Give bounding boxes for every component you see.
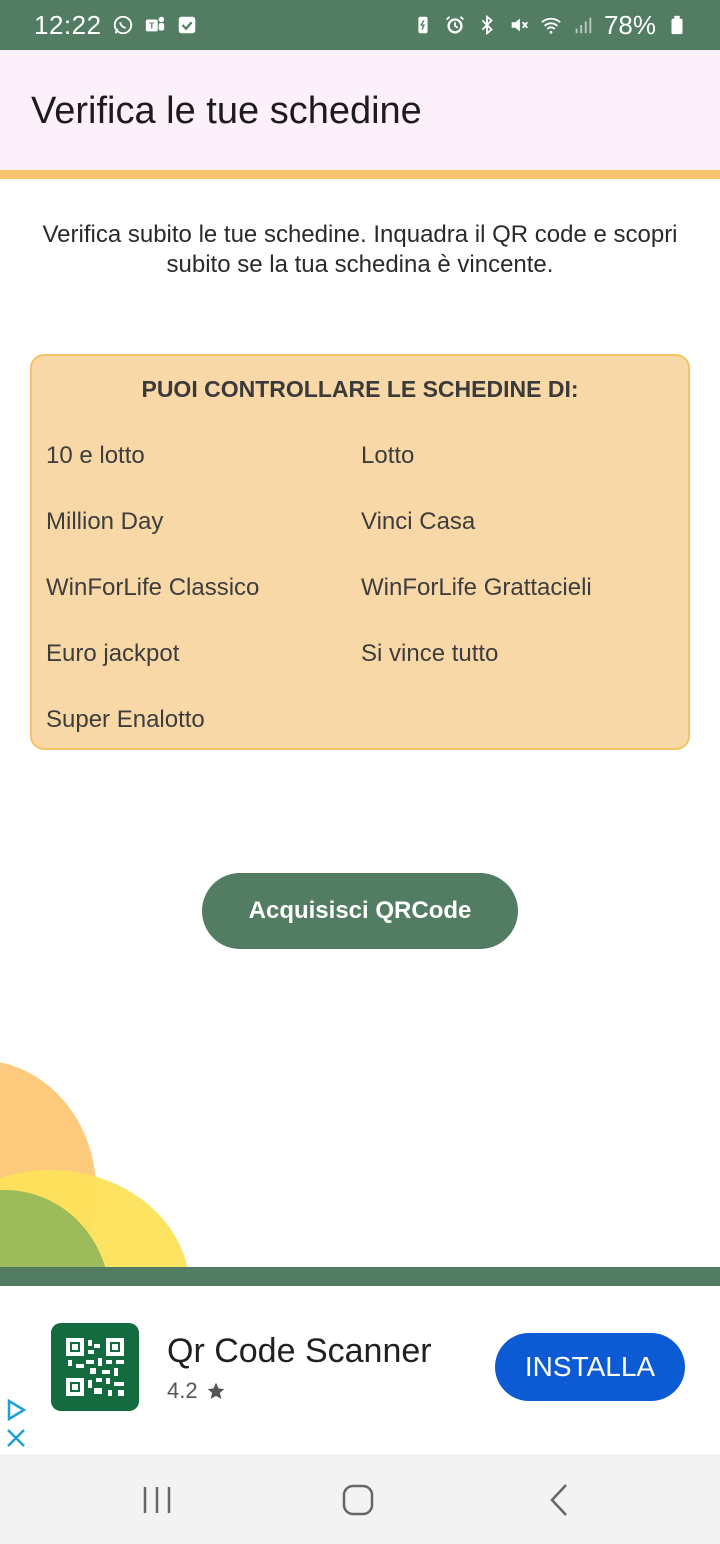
signal-icon xyxy=(575,17,592,34)
game-item-million-day: Million Day xyxy=(46,508,164,535)
whatsapp-icon xyxy=(113,15,132,35)
page-title: Verifica le tue schedine xyxy=(31,90,422,132)
game-item-si-vince-tutto: Si vince tutto xyxy=(361,640,499,667)
game-item-super-enalotto: Super Enalotto xyxy=(46,706,205,733)
battery-percentage: 78% xyxy=(603,9,656,40)
system-nav-bar xyxy=(0,1454,720,1544)
status-right: 78% xyxy=(412,10,688,41)
close-icon[interactable] xyxy=(4,1426,28,1450)
wifi-icon xyxy=(541,17,561,34)
ad-rating: 4.2 xyxy=(167,1378,226,1404)
games-heading: PUOI CONTROLLARE LE SCHEDINE DI: xyxy=(141,376,579,402)
ad-banner[interactable]: Qr Code Scanner 4.2 INSTALLA xyxy=(0,1286,720,1454)
game-item-lotto: Lotto xyxy=(361,442,415,469)
ad-rating-value: 4.2 xyxy=(167,1378,198,1403)
ad-choices-icon[interactable] xyxy=(4,1398,28,1422)
home-icon[interactable] xyxy=(338,1482,378,1518)
recent-apps-icon[interactable] xyxy=(137,1482,177,1518)
star-icon xyxy=(207,1382,224,1399)
qr-code-icon xyxy=(66,1338,124,1396)
back-icon[interactable] xyxy=(540,1482,580,1518)
qr-app-icon[interactable] xyxy=(51,1323,139,1411)
intro-text: Verifica subito le tue schedine. Inquadr… xyxy=(42,221,678,278)
games-box: PUOI CONTROLLARE LE SCHEDINE DI: 10 e lo… xyxy=(30,354,690,750)
status-time: 12:22 xyxy=(34,9,102,40)
svg-text:T: T xyxy=(149,22,154,31)
game-item-10-e-lotto: 10 e lotto xyxy=(46,442,145,469)
check-icon xyxy=(178,16,195,34)
app-bar: Verifica le tue schedine xyxy=(0,50,720,170)
bluetooth-icon xyxy=(481,14,493,36)
install-button[interactable]: INSTALLA xyxy=(495,1333,685,1401)
battery-icon xyxy=(671,15,683,35)
game-item-winforlife-classico: WinForLife Classico xyxy=(46,574,260,601)
decorative-blobs xyxy=(0,1050,200,1268)
scan-qrcode-button[interactable]: Acquisisci QRCode xyxy=(202,873,518,949)
footer-bar xyxy=(0,1267,720,1286)
mute-icon xyxy=(511,18,528,32)
status-left: 12:22 T xyxy=(34,10,198,41)
game-item-euro-jackpot: Euro jackpot xyxy=(46,640,180,667)
battery-saver-icon xyxy=(418,16,428,34)
teams-icon: T xyxy=(145,16,164,32)
game-item-vinci-casa: Vinci Casa xyxy=(361,508,476,535)
alarm-icon xyxy=(446,16,464,34)
ad-title[interactable]: Qr Code Scanner xyxy=(167,1332,432,1371)
app-bar-divider xyxy=(0,170,720,179)
game-item-winforlife-grattacieli: WinForLife Grattacieli xyxy=(361,574,592,601)
status-bar: 12:22 T 78% xyxy=(0,0,720,50)
